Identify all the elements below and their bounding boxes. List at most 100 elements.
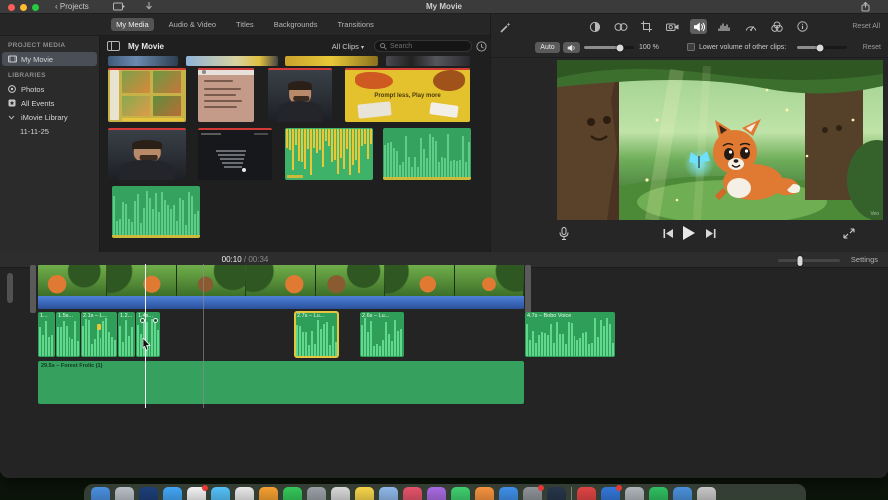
audio-clip[interactable]: 2.6s – Lu...: [360, 312, 404, 357]
dock-app-icon[interactable]: [475, 487, 494, 500]
dock-app-icon[interactable]: [697, 487, 716, 500]
music-clip[interactable]: 29.5s – Forest Frolic (1): [38, 361, 524, 404]
sidebar-item-11-11-25[interactable]: 11-11-25: [2, 124, 97, 138]
previous-frame-button[interactable]: [663, 229, 673, 238]
sidebar-item-my-movie[interactable]: My Movie: [2, 52, 97, 66]
dock-app-icon[interactable]: [211, 487, 230, 500]
audio-clip[interactable]: 4.7s – Bobo Voice: [525, 312, 615, 357]
media-thumbnail-person[interactable]: [268, 68, 332, 122]
audio-clip[interactable]: 2.1s – L...: [81, 312, 117, 357]
voiceover-mic-icon[interactable]: [559, 227, 569, 241]
clock-icon[interactable]: [476, 41, 487, 52]
dock-app-icon[interactable]: [625, 487, 644, 500]
play-button[interactable]: [682, 226, 695, 240]
media-thumbnail-terminal[interactable]: [198, 128, 272, 180]
audio-clip[interactable]: 1.5s...: [56, 312, 80, 357]
stabilization-icon[interactable]: [664, 19, 681, 34]
info-icon[interactable]: [794, 19, 811, 34]
noise-reduction-icon[interactable]: [716, 19, 733, 34]
audio-clip[interactable]: 1.2...: [118, 312, 135, 357]
dock-app-icon[interactable]: [355, 487, 374, 500]
dock-app-icon[interactable]: [139, 487, 158, 500]
dock-app-icon[interactable]: [379, 487, 398, 500]
speed-icon[interactable]: [742, 19, 759, 34]
media-thumbnail-strip-blue[interactable]: [108, 56, 178, 66]
title-bar: ‹ Projects My Movie: [0, 0, 888, 14]
sidebar-toggle-icon[interactable]: [107, 41, 120, 51]
sidebar-item-all-events[interactable]: All Events: [2, 96, 97, 110]
media-thumbnail-audio-yellow[interactable]: [285, 128, 373, 180]
beat-marker-icon[interactable]: [97, 324, 102, 330]
dock-app-icon[interactable]: [577, 487, 596, 500]
sidebar-item-imovie-library[interactable]: iMovie Library: [2, 110, 97, 124]
audio-clip-selected[interactable]: 2.7s – Lu...: [294, 311, 339, 358]
timeline-scrollbar[interactable]: [7, 273, 13, 303]
audio-clip[interactable]: 1...: [38, 312, 55, 357]
clip-filter-dropdown[interactable]: All Clips ▾: [332, 42, 364, 51]
clip-trim-handle-left[interactable]: [30, 265, 36, 313]
clip-trim-handle-right[interactable]: [525, 265, 531, 313]
reset-volume-button[interactable]: Reset: [863, 44, 881, 51]
lower-volume-checkbox[interactable]: [687, 43, 695, 51]
media-thumbnail-audio[interactable]: [112, 186, 200, 238]
timeline-settings-button[interactable]: Settings: [851, 255, 878, 264]
dock-app-icon[interactable]: [331, 487, 350, 500]
fade-handle[interactable]: [139, 318, 145, 323]
media-thumbnail-person[interactable]: [108, 128, 186, 180]
crop-icon[interactable]: [638, 19, 655, 34]
tab-titles[interactable]: Titles: [231, 18, 259, 31]
media-thumbnail-notes[interactable]: [198, 68, 254, 122]
dock-app-icon[interactable]: [673, 487, 692, 500]
dock-app-icon[interactable]: [259, 487, 278, 500]
dock-app-icon[interactable]: [601, 485, 622, 500]
lower-volume-label: Lower volume of other clips:: [699, 44, 787, 51]
dock-app-icon[interactable]: [451, 487, 470, 500]
tab-audio-video[interactable]: Audio & Video: [164, 18, 221, 31]
media-thumbnail-strip-yellow[interactable]: [285, 56, 378, 66]
dock-app-icon[interactable]: [649, 487, 668, 500]
share-icon[interactable]: [861, 2, 870, 12]
enhance-wand-icon[interactable]: [499, 21, 512, 34]
next-frame-button[interactable]: [706, 229, 716, 238]
tab-my-media[interactable]: My Media: [111, 18, 154, 31]
dock-app-icon[interactable]: [163, 487, 182, 500]
tab-backgrounds[interactable]: Backgrounds: [269, 18, 323, 31]
media-thumbnail-collage[interactable]: [108, 68, 186, 122]
dock-app-icon[interactable]: [403, 487, 422, 500]
dock-app-icon[interactable]: [187, 485, 208, 500]
timeline-zoom-slider[interactable]: [778, 255, 840, 266]
media-thumbnail-strip-blueyellow[interactable]: [186, 56, 278, 66]
media-thumbnail-audio[interactable]: [383, 128, 471, 180]
dock-app-icon[interactable]: [235, 487, 254, 500]
auto-volume-button[interactable]: Auto: [535, 42, 560, 53]
dock-app-icon[interactable]: [115, 487, 134, 500]
search-input[interactable]: Search: [374, 40, 472, 52]
dock-app-icon[interactable]: [427, 487, 446, 500]
dock-app-icon[interactable]: [499, 487, 518, 500]
color-balance-icon[interactable]: [586, 19, 603, 34]
dock-app-icon[interactable]: [547, 487, 566, 500]
lower-volume-slider[interactable]: [797, 44, 847, 51]
fullscreen-icon[interactable]: [843, 228, 855, 239]
media-thumbnail-strip-dark[interactable]: [386, 56, 470, 66]
clip-filter-icon[interactable]: [768, 19, 785, 34]
media-tabbar: My Media Audio & Video Titles Backgrounds Tr…: [0, 14, 490, 36]
dock-app-icon[interactable]: [307, 487, 326, 500]
media-thumbnail-promo[interactable]: Prompt less, Play more: [345, 68, 470, 122]
video-clip-filmstrip[interactable]: [38, 265, 524, 296]
tab-transitions[interactable]: Transitions: [332, 18, 378, 31]
volume-icon[interactable]: [690, 19, 707, 34]
playhead[interactable]: [145, 264, 146, 408]
sidebar-item-photos[interactable]: Photos: [2, 82, 97, 96]
mute-speaker-button[interactable]: [563, 42, 580, 53]
photos-icon: [8, 85, 17, 93]
dock-app-icon[interactable]: [91, 487, 110, 500]
reset-all-button[interactable]: Reset All: [852, 23, 880, 30]
dock-app-icon[interactable]: [523, 485, 544, 500]
dock-app-icon[interactable]: [283, 487, 302, 500]
color-correction-icon[interactable]: [612, 19, 629, 34]
sidebar-item-label: Photos: [21, 84, 45, 94]
volume-slider[interactable]: [584, 44, 634, 51]
audio-clip-label: 4.7s – Bobo Voice: [527, 313, 572, 319]
video-audio-track[interactable]: [38, 296, 524, 309]
